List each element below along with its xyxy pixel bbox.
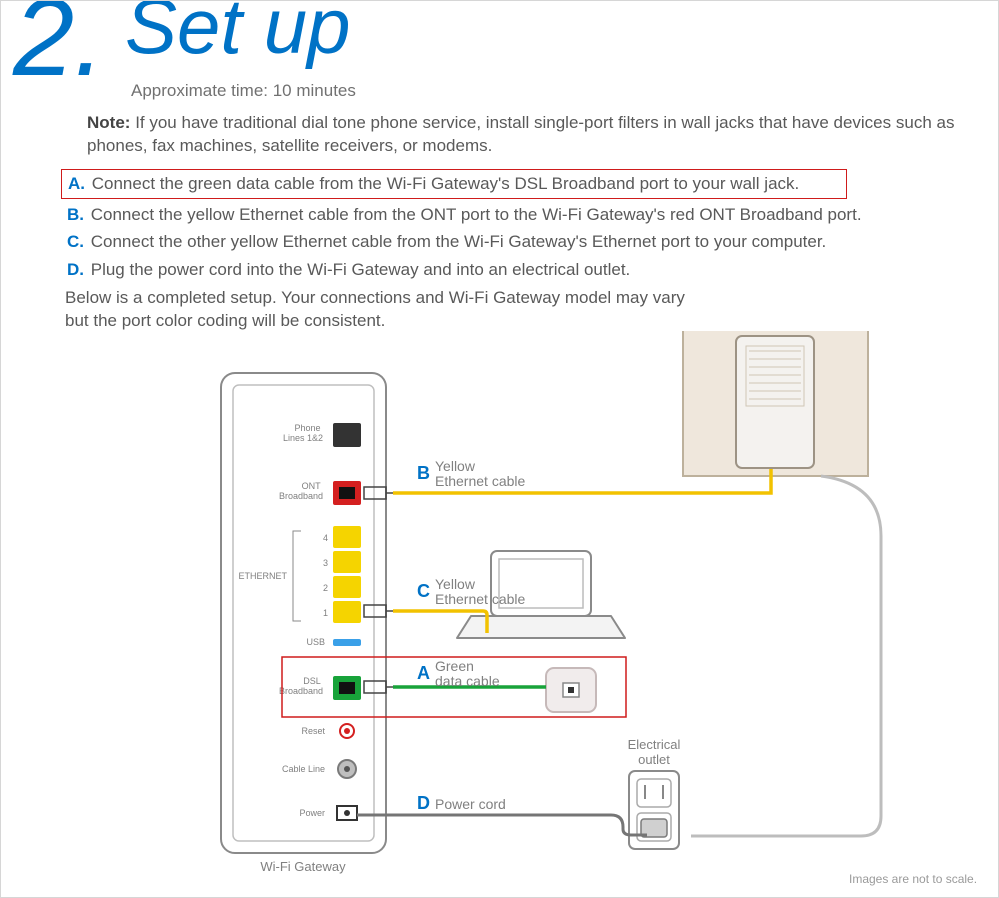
cable-b-text1: Yellow <box>435 458 476 474</box>
note-text: If you have traditional dial tone phone … <box>87 113 954 155</box>
gateway-device-icon: Phone Lines 1&2 ONT Broadband 4 3 2 <box>221 373 386 853</box>
port-label-ethernet: ETHERNET <box>238 571 287 581</box>
cable-d <box>357 815 647 835</box>
electrical-outlet-icon <box>629 771 679 849</box>
port-label-cable: Cable Line <box>282 764 325 774</box>
step-number: 2. <box>13 0 105 93</box>
step-list: A. Connect the green data cable from the… <box>61 169 961 283</box>
cable-a-text1: Green <box>435 658 474 674</box>
cable-c-text2: Ethernet cable <box>435 591 525 607</box>
footer-text: Images are not to scale. <box>849 872 977 886</box>
gateway-caption: Wi-Fi Gateway <box>260 859 346 874</box>
port-label-reset: Reset <box>301 726 325 736</box>
eth-num-1: 1 <box>323 608 328 618</box>
step-c-row: C. Connect the other yellow Ethernet cab… <box>61 228 961 256</box>
setup-guide-page: 2. Set up Approximate time: 10 minutes N… <box>0 0 999 898</box>
step-c-text: Connect the other yellow Ethernet cable … <box>91 232 827 251</box>
cable-b-letter: B <box>417 463 430 483</box>
cable-c-letter: C <box>417 581 430 601</box>
cable-b-text2: Ethernet cable <box>435 473 525 489</box>
port-label-power: Power <box>299 808 325 818</box>
note-label: Note: <box>87 113 130 132</box>
step-d-text: Plug the power cord into the Wi-Fi Gatew… <box>91 260 631 279</box>
cable-c-text1: Yellow <box>435 576 476 592</box>
wall-jack-icon <box>546 668 596 712</box>
below-paragraph: Below is a completed setup. Your connect… <box>65 287 685 333</box>
ont-device-icon <box>683 331 868 476</box>
step-a-letter: A. <box>68 174 85 193</box>
step-b-letter: B. <box>67 205 84 224</box>
outlet-label-2: outlet <box>638 752 670 767</box>
step-b-text: Connect the yellow Ethernet cable from t… <box>91 205 862 224</box>
step-a-row: A. Connect the green data cable from the… <box>61 169 847 199</box>
step-d-letter: D. <box>67 260 84 279</box>
step-d-row: D. Plug the power cord into the Wi-Fi Ga… <box>61 256 961 284</box>
cable-a-text2: data cable <box>435 673 500 689</box>
cable-a-letter: A <box>417 663 430 683</box>
eth-num-3: 3 <box>323 558 328 568</box>
step-a-text: Connect the green data cable from the Wi… <box>92 174 800 193</box>
eth-num-2: 2 <box>323 583 328 593</box>
cable-d-text1: Power cord <box>435 796 506 812</box>
note-paragraph: Note: If you have traditional dial tone … <box>87 112 957 158</box>
setup-diagram: Phone Lines 1&2 ONT Broadband 4 3 2 <box>1 331 999 891</box>
page-title: Set up <box>125 0 351 65</box>
outlet-label-1: Electrical <box>628 737 681 752</box>
step-c-letter: C. <box>67 232 84 251</box>
eth-num-4: 4 <box>323 533 328 543</box>
step-b-row: B. Connect the yellow Ethernet cable fro… <box>61 201 961 229</box>
approx-time: Approximate time: 10 minutes <box>131 81 356 101</box>
cable-d-letter: D <box>417 793 430 813</box>
port-label-usb: USB <box>306 637 325 647</box>
